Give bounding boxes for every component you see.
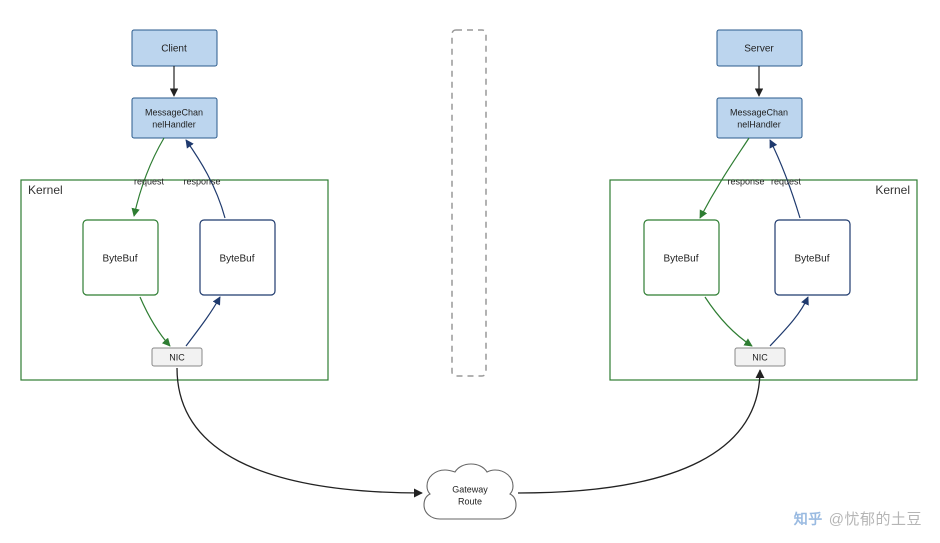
label-response-right: response (727, 176, 764, 186)
bytebuf-right-r-label: ByteBuf (794, 254, 829, 265)
gateway-line2: Route (458, 496, 482, 506)
server-label: Server (744, 44, 774, 55)
handler-box-right (717, 98, 802, 138)
handler-line1-left: MessageChan (145, 107, 203, 117)
handler-box-left (132, 98, 217, 138)
server-side: Server MessageChan nelHandler Kernel Byt… (610, 30, 917, 380)
gateway-cloud: Gateway Route (424, 464, 516, 519)
bytebuf-left-r-label: ByteBuf (663, 254, 698, 265)
arrow-nicL-to-gateway (177, 368, 422, 493)
watermark: 知乎 @忧郁的土豆 (794, 508, 922, 529)
handler-line2-left: nelHandler (152, 119, 196, 129)
handler-line1-right: MessageChan (730, 107, 788, 117)
watermark-text: @忧郁的土豆 (829, 511, 922, 528)
nic-label-right: NIC (752, 352, 768, 362)
arrow-bufL-nic-left (140, 297, 170, 346)
diagram-canvas: Client MessageChan nelHandler Kernel Byt… (0, 0, 940, 543)
bytebuf-right-label: ByteBuf (219, 254, 254, 265)
gateway-line1: Gateway (452, 484, 488, 494)
watermark-logo: 知乎 (794, 509, 823, 529)
kernel-label-left: Kernel (28, 183, 63, 197)
bytebuf-left-label: ByteBuf (102, 254, 137, 265)
label-response-left: response (183, 176, 220, 186)
client-side: Client MessageChan nelHandler Kernel Byt… (21, 30, 328, 380)
arrow-gateway-to-nicR (518, 370, 760, 493)
kernel-label-right: Kernel (875, 183, 910, 197)
nic-label-left: NIC (169, 352, 185, 362)
arrow-bufL-nic-right (705, 297, 752, 346)
label-request-right: request (771, 176, 802, 186)
arrow-nic-bufR-left (186, 297, 220, 346)
label-request-left: request (134, 176, 165, 186)
arrow-nic-bufR-right (770, 297, 808, 346)
client-label: Client (161, 44, 187, 55)
handler-line2-right: nelHandler (737, 119, 781, 129)
center-dashed-box (452, 30, 486, 376)
